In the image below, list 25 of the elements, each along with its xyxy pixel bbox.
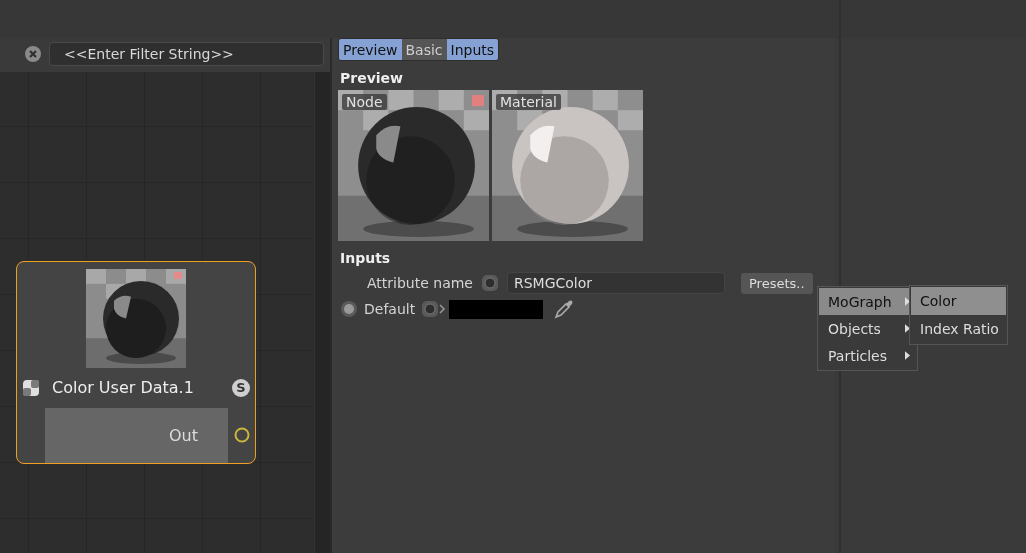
keyframe-icon[interactable] <box>481 274 499 292</box>
field-label: Attribute name <box>367 275 473 291</box>
section-heading: Inputs <box>340 250 392 266</box>
menu-item[interactable]: Particles <box>819 342 916 369</box>
graph-node[interactable]: Color User Data.1 S Out <box>16 261 256 464</box>
clear-icon[interactable] <box>25 46 41 62</box>
filter-field[interactable]: <<Enter Filter String>> <box>49 42 324 66</box>
port-badge: S <box>232 378 250 397</box>
preview-label: Material <box>496 94 561 110</box>
radio-icon[interactable] <box>340 300 358 318</box>
menu-item[interactable]: Color <box>911 287 1006 315</box>
tab[interactable]: Basic <box>401 39 447 60</box>
color-swatch[interactable] <box>449 299 544 319</box>
field-label: Default <box>364 301 416 317</box>
keyframe-icon[interactable] <box>421 300 448 318</box>
tab[interactable]: Inputs <box>446 39 499 60</box>
node-title: Color User Data.1 <box>52 378 195 398</box>
port-icon[interactable] <box>234 427 250 444</box>
attribute-field[interactable]: RSMGColor <box>507 272 725 294</box>
section-heading: Preview <box>340 70 404 86</box>
tab[interactable]: Preview <box>339 39 402 60</box>
presets-button[interactable]: Presets.. <box>741 272 813 294</box>
checker-icon <box>23 379 39 396</box>
output-port: Out <box>45 407 228 463</box>
preview-label: Node <box>342 94 387 110</box>
